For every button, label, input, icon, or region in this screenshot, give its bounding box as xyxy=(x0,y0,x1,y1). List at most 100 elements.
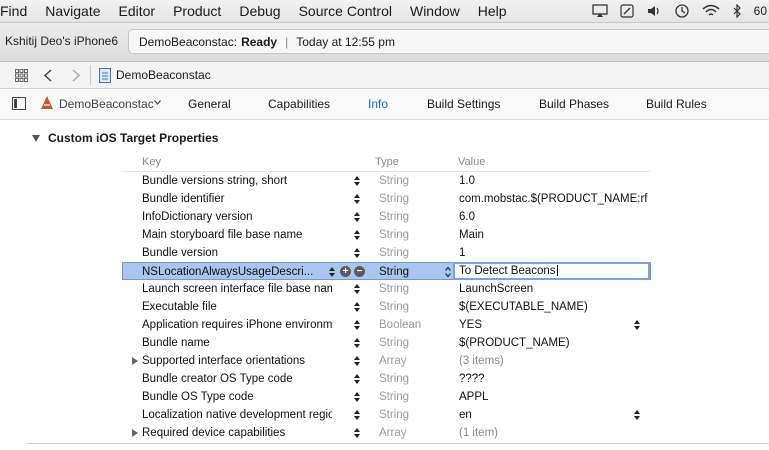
wifi-icon[interactable] xyxy=(702,4,720,18)
target-selector[interactable]: DemoBeaconstac xyxy=(59,97,154,111)
table-row[interactable]: Launch screen interface file base name S… xyxy=(123,280,651,298)
type-popup-chevron-icon[interactable] xyxy=(445,266,451,278)
row-key: Bundle creator OS Type code xyxy=(142,373,293,385)
row-value[interactable]: 6.0 xyxy=(459,208,649,226)
tab-info[interactable]: Info xyxy=(368,97,388,111)
table-row[interactable]: Bundle version String 1 xyxy=(123,244,651,262)
table-row-selected[interactable]: NSLocationAlwaysUsageDescri... + − Strin… xyxy=(122,262,651,280)
row-type: String xyxy=(379,373,410,385)
row-value[interactable]: 1.0 xyxy=(459,172,649,190)
value-edit-field[interactable]: To Detect Beacons xyxy=(453,262,650,280)
battery-percentage[interactable]: 60 xyxy=(754,4,767,18)
tab-general[interactable]: General xyxy=(188,97,231,111)
row-type: String xyxy=(379,283,410,295)
volume-icon[interactable] xyxy=(646,4,662,18)
tab-build-settings[interactable]: Build Settings xyxy=(427,97,500,111)
stepper-icon[interactable] xyxy=(329,266,335,278)
row-value[interactable]: $(EXECUTABLE_NAME) xyxy=(459,298,649,316)
value-popup-chevron-icon[interactable] xyxy=(634,409,640,421)
stepper-icon[interactable] xyxy=(354,283,360,295)
value-popup-chevron-icon[interactable] xyxy=(634,319,640,331)
table-row[interactable]: Main storyboard file base name String Ma… xyxy=(123,226,651,244)
table-row[interactable]: Bundle identifier String com.mobstac.$(P… xyxy=(123,190,651,208)
row-value[interactable]: APPL xyxy=(459,388,649,406)
tab-capabilities[interactable]: Capabilities xyxy=(268,97,330,111)
stepper-icon[interactable] xyxy=(354,229,360,241)
section-divider xyxy=(28,443,769,444)
related-items-icon[interactable] xyxy=(15,69,28,82)
row-type: Array xyxy=(379,427,407,439)
remove-row-icon[interactable]: − xyxy=(354,266,365,277)
airplay-icon[interactable] xyxy=(591,4,608,18)
table-row[interactable]: Application requires iPhone environment … xyxy=(123,316,651,334)
stepper-icon[interactable] xyxy=(354,355,360,367)
table-row[interactable]: Supported interface orientations Array (… xyxy=(123,352,651,370)
row-value[interactable]: 1 xyxy=(459,244,649,262)
row-value[interactable]: LaunchScreen xyxy=(459,280,649,298)
scheme-device-selector[interactable]: Kshitij Deo's iPhone6 xyxy=(5,34,118,48)
menu-find[interactable]: Find xyxy=(0,3,36,19)
time-machine-icon[interactable] xyxy=(674,3,690,19)
stepper-icon[interactable] xyxy=(354,409,360,421)
show-hide-targets-icon[interactable] xyxy=(12,97,26,110)
column-header-key[interactable]: Key xyxy=(142,156,161,168)
status-area: 60 xyxy=(591,0,769,22)
stepper-icon[interactable] xyxy=(354,427,360,439)
table-row[interactable]: Bundle creator OS Type code String ???? xyxy=(123,370,651,388)
menu-navigate[interactable]: Navigate xyxy=(36,3,109,19)
activity-status: Ready xyxy=(241,34,278,49)
expand-triangle-icon[interactable] xyxy=(132,357,138,365)
pen-icon[interactable] xyxy=(620,4,634,18)
stepper-icon[interactable] xyxy=(354,319,360,331)
row-value[interactable]: YES xyxy=(459,316,649,334)
menu-help[interactable]: Help xyxy=(469,3,516,19)
row-type: String xyxy=(379,211,410,223)
table-row[interactable]: Required device capabilities Array (1 it… xyxy=(123,424,651,442)
stepper-icon[interactable] xyxy=(354,211,360,223)
add-row-icon[interactable]: + xyxy=(340,266,351,277)
disclosure-triangle-icon[interactable] xyxy=(32,134,40,142)
menu-debug[interactable]: Debug xyxy=(230,3,289,19)
row-type: String xyxy=(379,193,410,205)
tab-build-rules[interactable]: Build Rules xyxy=(646,97,707,111)
table-row[interactable]: Executable file String $(EXECUTABLE_NAME… xyxy=(123,298,651,316)
back-arrow-icon[interactable] xyxy=(44,69,52,82)
row-value[interactable]: ???? xyxy=(459,370,649,388)
stepper-icon[interactable] xyxy=(354,301,360,313)
stepper-icon[interactable] xyxy=(354,175,360,187)
text-caret xyxy=(556,265,558,277)
stepper-icon[interactable] xyxy=(354,373,360,385)
stepper-icon[interactable] xyxy=(354,391,360,403)
stepper-icon[interactable] xyxy=(354,247,360,259)
row-value[interactable]: Main xyxy=(459,226,649,244)
tab-build-phases[interactable]: Build Phases xyxy=(539,97,609,111)
column-header-type[interactable]: Type xyxy=(375,156,399,168)
stepper-icon[interactable] xyxy=(354,337,360,349)
chevron-down-icon[interactable] xyxy=(154,100,161,105)
row-key: Supported interface orientations xyxy=(142,355,306,367)
menu-source-control[interactable]: Source Control xyxy=(290,3,401,19)
table-row[interactable]: Localization native development region S… xyxy=(123,406,651,424)
value-edit-text: To Detect Beacons xyxy=(459,265,556,277)
column-header-value[interactable]: Value xyxy=(458,156,485,168)
table-row[interactable]: InfoDictionary version String 6.0 xyxy=(123,208,651,226)
table-row[interactable]: Bundle OS Type code String APPL xyxy=(123,388,651,406)
table-row[interactable]: Bundle name String $(PRODUCT_NAME) xyxy=(123,334,651,352)
expand-triangle-icon[interactable] xyxy=(132,429,138,437)
breadcrumb-project[interactable]: DemoBeaconstac xyxy=(116,68,211,82)
row-value[interactable]: en xyxy=(459,406,649,424)
table-row[interactable]: Bundle versions string, short String 1.0 xyxy=(123,172,651,190)
row-type: Array xyxy=(379,355,407,367)
stepper-icon[interactable] xyxy=(354,193,360,205)
menu-product[interactable]: Product xyxy=(164,3,230,19)
property-list: Bundle versions string, short String 1.0… xyxy=(122,172,651,442)
row-key: Launch screen interface file base name xyxy=(142,283,332,295)
menu-editor[interactable]: Editor xyxy=(110,3,165,19)
bluetooth-icon[interactable] xyxy=(732,4,742,18)
section-header[interactable]: Custom iOS Target Properties xyxy=(32,131,218,145)
row-value[interactable]: $(PRODUCT_NAME) xyxy=(459,334,649,352)
menu-bar: Find Navigate Editor Product Debug Sourc… xyxy=(0,0,769,23)
forward-arrow-icon[interactable] xyxy=(72,69,80,82)
row-value[interactable]: com.mobstac.$(PRODUCT_NAME:rf xyxy=(459,190,649,208)
menu-window[interactable]: Window xyxy=(401,3,469,19)
